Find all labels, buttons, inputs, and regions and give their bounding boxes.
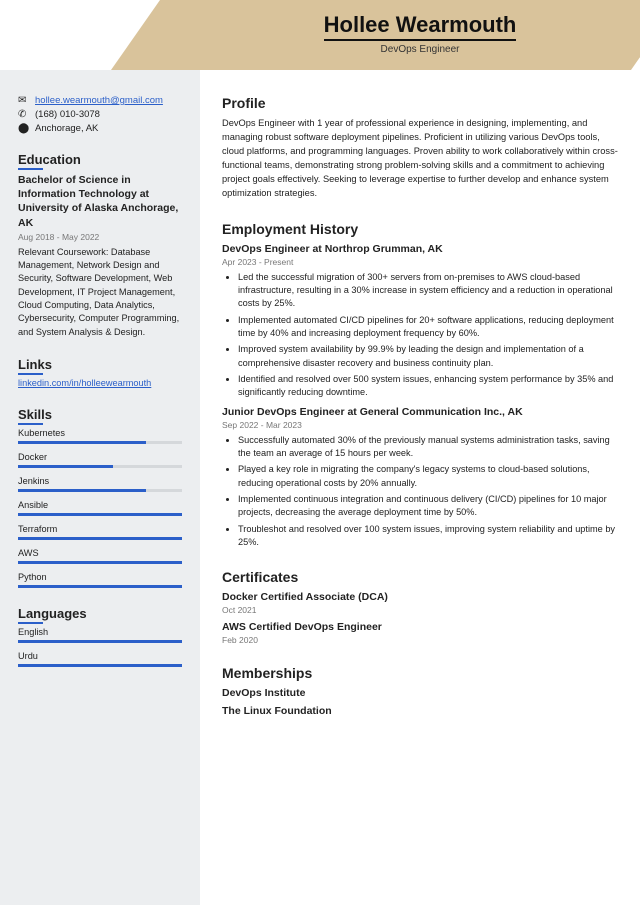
email-icon: ✉	[18, 95, 29, 106]
job-title: DevOps Engineer at Northrop Grumman, AK	[222, 243, 618, 255]
job-item: DevOps Engineer at Northrop Grumman, AK A…	[222, 243, 618, 400]
profile-text: DevOps Engineer with 1 year of professio…	[222, 117, 618, 201]
job-bullet: Troubleshot and resolved over 100 system…	[238, 523, 618, 550]
certificates-heading: Certificates	[222, 569, 618, 585]
employment-heading: Employment History	[222, 221, 618, 237]
language-name: Urdu	[18, 651, 182, 661]
job-dates: Apr 2023 - Present	[222, 257, 618, 267]
cert-title: AWS Certified DevOps Engineer	[222, 621, 618, 633]
main-content: Profile DevOps Engineer with 1 year of p…	[200, 0, 640, 905]
cert-item: Docker Certified Associate (DCA) Oct 2021	[222, 591, 618, 615]
memberships-heading: Memberships	[222, 665, 618, 681]
links-heading: Links	[18, 357, 182, 372]
job-bullets: Successfully automated 30% of the previo…	[222, 434, 618, 550]
skill-bar	[18, 489, 182, 492]
employment-section: Employment History DevOps Engineer at No…	[222, 221, 618, 550]
contact-phone-row: ✆ (168) 010-3078	[18, 109, 182, 120]
header-banner: Hollee Wearmouth DevOps Engineer	[0, 0, 640, 70]
skill-name: AWS	[18, 548, 182, 558]
skill-item: AWS	[18, 548, 182, 564]
language-item: Urdu	[18, 651, 182, 667]
job-bullet: Played a key role in migrating the compa…	[238, 463, 618, 490]
job-bullet: Implemented automated CI/CD pipelines fo…	[238, 314, 618, 341]
language-bar-fill	[18, 640, 182, 643]
education-heading: Education	[18, 152, 182, 167]
skill-bar	[18, 561, 182, 564]
skill-item: Ansible	[18, 500, 182, 516]
membership-item: The Linux Foundation	[222, 705, 618, 717]
job-bullet: Led the successful migration of 300+ ser…	[238, 271, 618, 311]
skill-bar-fill	[18, 513, 182, 516]
job-bullet: Identified and resolved over 500 system …	[238, 373, 618, 400]
cert-date: Feb 2020	[222, 635, 618, 645]
language-bar-fill	[18, 664, 182, 667]
contact-email[interactable]: hollee.wearmouth@gmail.com	[35, 95, 163, 106]
sidebar: ✉ hollee.wearmouth@gmail.com ✆ (168) 010…	[0, 0, 200, 905]
person-title: DevOps Engineer	[200, 44, 640, 55]
job-item: Junior DevOps Engineer at General Commun…	[222, 406, 618, 550]
skill-name: Docker	[18, 452, 182, 462]
memberships-section: Memberships DevOps Institute The Linux Fo…	[222, 665, 618, 717]
job-bullet: Implemented continuous integration and c…	[238, 493, 618, 520]
certificates-section: Certificates Docker Certified Associate …	[222, 569, 618, 645]
language-bar	[18, 664, 182, 667]
person-name: Hollee Wearmouth	[324, 12, 517, 41]
language-bar	[18, 640, 182, 643]
skills-list: Kubernetes Docker Jenkins Ansible Terraform A…	[18, 428, 182, 588]
skill-name: Ansible	[18, 500, 182, 510]
linkedin-link[interactable]: linkedin.com/in/holleewearmouth	[18, 378, 151, 388]
skill-item: Jenkins	[18, 476, 182, 492]
contact-email-row: ✉ hollee.wearmouth@gmail.com	[18, 95, 182, 106]
skill-bar-fill	[18, 489, 146, 492]
location-icon: ⬤	[18, 123, 29, 134]
skill-bar-fill	[18, 561, 182, 564]
language-item: English	[18, 627, 182, 643]
skill-item: Docker	[18, 452, 182, 468]
job-dates: Sep 2022 - Mar 2023	[222, 420, 618, 430]
skill-name: Jenkins	[18, 476, 182, 486]
skill-bar	[18, 585, 182, 588]
cert-title: Docker Certified Associate (DCA)	[222, 591, 618, 603]
header-content: Hollee Wearmouth DevOps Engineer	[200, 12, 640, 55]
job-bullet: Successfully automated 30% of the previo…	[238, 434, 618, 461]
language-name: English	[18, 627, 182, 637]
contact-location: Anchorage, AK	[35, 123, 98, 134]
resume-page: Hollee Wearmouth DevOps Engineer ✉ holle…	[0, 0, 640, 905]
profile-heading: Profile	[222, 95, 618, 111]
skill-bar	[18, 513, 182, 516]
job-bullets: Led the successful migration of 300+ ser…	[222, 271, 618, 400]
skill-bar-fill	[18, 441, 146, 444]
skill-item: Python	[18, 572, 182, 588]
skill-bar	[18, 441, 182, 444]
skill-bar	[18, 537, 182, 540]
skill-bar	[18, 465, 182, 468]
job-bullet: Improved system availability by 99.9% by…	[238, 343, 618, 370]
skill-item: Terraform	[18, 524, 182, 540]
jobs-list: DevOps Engineer at Northrop Grumman, AK A…	[222, 243, 618, 550]
membership-item: DevOps Institute	[222, 687, 618, 699]
languages-heading: Languages	[18, 606, 182, 621]
skill-name: Terraform	[18, 524, 182, 534]
job-title: Junior DevOps Engineer at General Commun…	[222, 406, 618, 418]
education-dates: Aug 2018 - May 2022	[18, 232, 182, 242]
skill-name: Python	[18, 572, 182, 582]
education-degree: Bachelor of Science in Information Techn…	[18, 173, 182, 230]
phone-icon: ✆	[18, 109, 29, 120]
skills-heading: Skills	[18, 407, 182, 422]
languages-list: English Urdu	[18, 627, 182, 667]
cert-item: AWS Certified DevOps Engineer Feb 2020	[222, 621, 618, 645]
contact-location-row: ⬤ Anchorage, AK	[18, 123, 182, 134]
certs-list: Docker Certified Associate (DCA) Oct 2021…	[222, 591, 618, 645]
education-coursework: Relevant Coursework: Database Management…	[18, 246, 182, 339]
cert-date: Oct 2021	[222, 605, 618, 615]
skill-bar-fill	[18, 537, 182, 540]
skill-name: Kubernetes	[18, 428, 182, 438]
skill-bar-fill	[18, 585, 182, 588]
mems-list: DevOps Institute The Linux Foundation	[222, 687, 618, 717]
skill-bar-fill	[18, 465, 113, 468]
skill-item: Kubernetes	[18, 428, 182, 444]
contact-phone: (168) 010-3078	[35, 109, 100, 120]
